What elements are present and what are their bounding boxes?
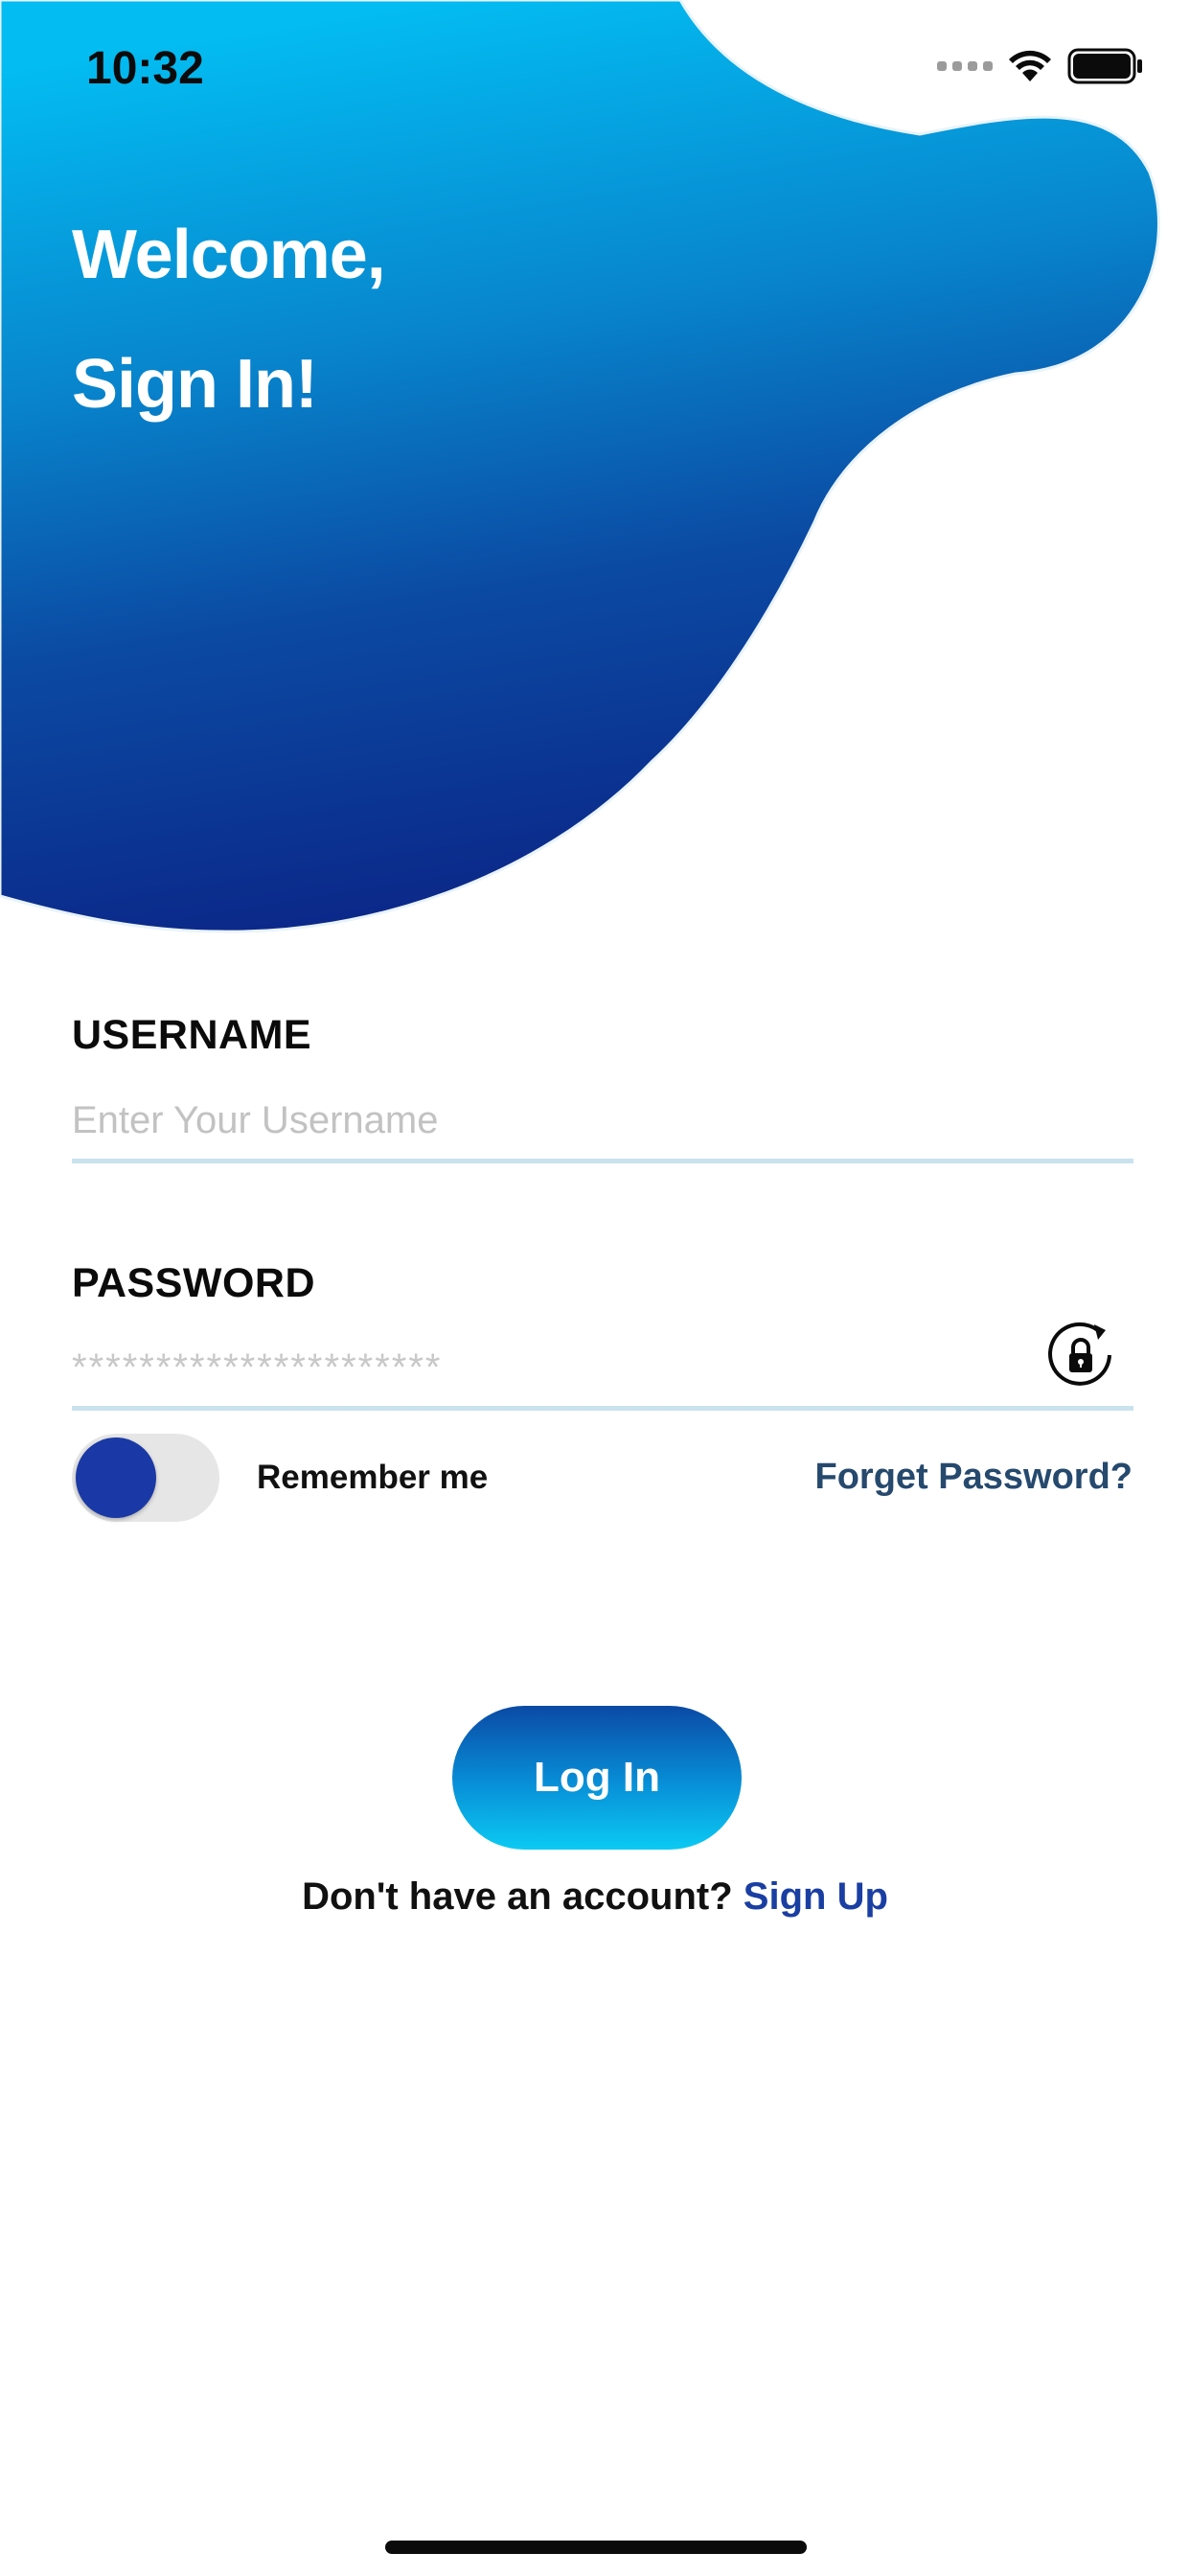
status-time: 10:32 [86,43,204,94]
username-label: USERNAME [72,1012,312,1058]
toggle-knob [76,1438,156,1518]
battery-icon [1067,48,1142,84]
sign-in-heading: Sign In! [72,346,318,423]
signup-prompt: Don't have an account? Sign Up [0,1875,1190,1919]
home-indicator [385,2541,807,2554]
sign-up-link[interactable]: Sign Up [744,1875,888,1918]
username-input[interactable] [72,1083,1133,1163]
lock-rotate-icon[interactable] [1044,1319,1117,1392]
wifi-icon [1009,50,1051,81]
forgot-password-link[interactable]: Forget Password? [815,1457,1133,1498]
status-icons [937,48,1144,84]
header-blob [0,0,1160,933]
password-label: PASSWORD [72,1260,316,1306]
welcome-heading: Welcome, [72,217,386,293]
cellular-icon [937,61,993,71]
remember-me-label: Remember me [257,1459,489,1496]
remember-me-toggle[interactable] [72,1434,219,1522]
no-account-text: Don't have an account? [302,1875,733,1918]
login-button[interactable]: Log In [452,1706,742,1850]
password-input[interactable] [72,1330,1133,1411]
